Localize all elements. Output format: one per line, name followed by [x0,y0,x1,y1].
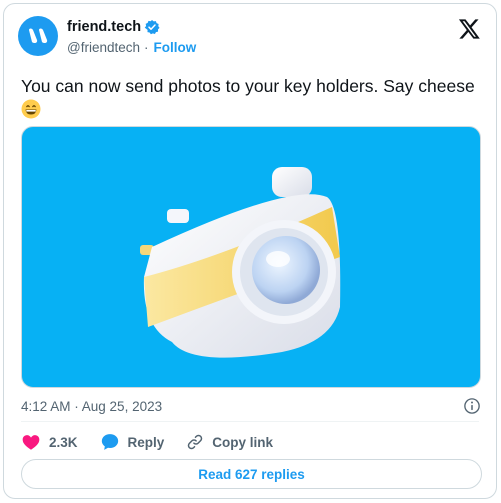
tweet-media-image[interactable] [21,126,481,388]
tweet-timestamp[interactable]: 4:12 AM · Aug 25, 2023 [21,399,162,414]
tweet-header: friend.tech @friendtech · Follow [18,16,482,60]
author-name[interactable]: friend.tech [67,19,141,35]
divider [21,421,479,422]
tweet-card: friend.tech @friendtech · Follow You can… [3,3,497,499]
tweet-meta-row: 4:12 AM · Aug 25, 2023 [21,396,481,416]
reply-bubble-icon [101,434,118,450]
like-button[interactable]: 2.3K [21,432,78,452]
heart-icon [22,435,40,450]
verified-badge-icon [144,20,160,35]
tweet-text: You can now send photos to your key hold… [21,74,486,122]
like-count: 2.3K [49,434,78,450]
read-replies-label: Read 627 replies [198,466,305,482]
author-name-row: friend.tech [67,19,160,35]
follow-link[interactable]: Follow [154,40,197,55]
friendtech-logo-icon [29,28,48,44]
author-handle-row: @friendtech · Follow [67,40,196,55]
copy-link-button[interactable]: Copy link [186,433,273,451]
separator-dot: · [144,40,149,55]
reply-button[interactable]: Reply [100,432,165,452]
camera-illustration [140,167,341,358]
tweet-text-body: You can now send photos to your key hold… [21,76,475,96]
grinning-face-emoji-icon [21,99,41,119]
avatar[interactable] [18,16,58,56]
info-icon[interactable] [463,397,481,415]
copy-link-label: Copy link [212,434,274,450]
tweet-actions: 2.3K Reply Copy link [21,431,295,453]
author-handle[interactable]: @friendtech [67,40,140,55]
reply-label: Reply [127,434,165,450]
link-icon [188,434,203,450]
x-logo-icon[interactable] [458,18,480,40]
read-replies-button[interactable]: Read 627 replies [21,459,482,489]
